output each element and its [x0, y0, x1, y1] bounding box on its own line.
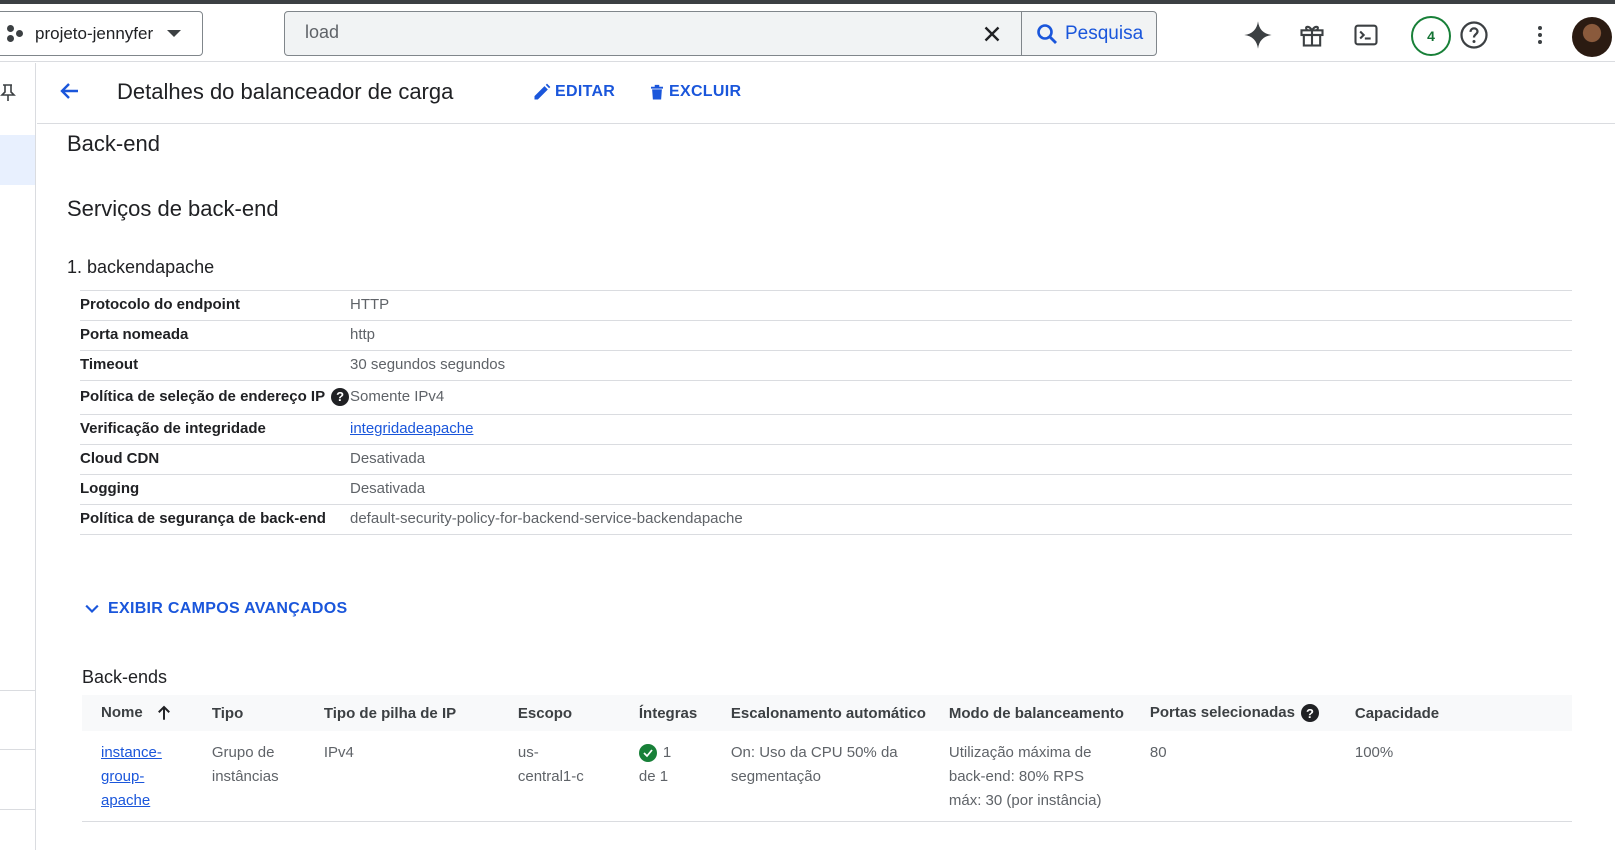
search-button[interactable]: Pesquisa [1035, 18, 1143, 50]
chevron-down-icon [85, 604, 99, 614]
property-key: Política de seleção de endereço IP [80, 388, 326, 405]
property-key-with-help: Política de seleção de endereço IP? [80, 383, 350, 411]
column-header-ports: Portas selecionadas? [1140, 695, 1345, 731]
column-header-healthy: Íntegras [638, 704, 698, 722]
property-key: Verificação de integridade [80, 420, 266, 437]
property-row: Verificação de integridade integridadeap… [80, 415, 1572, 445]
subsection-title: Serviços de back-end [67, 196, 279, 221]
gift-icon[interactable] [1297, 20, 1327, 50]
property-row: Porta nomeada http [80, 321, 1572, 351]
cell-type: Grupo de instâncias [201, 731, 314, 822]
property-value: 30 segundos segundos [350, 356, 506, 373]
property-key: Política de segurança de back-end [80, 510, 326, 527]
cell-ports: 80 [1139, 731, 1345, 822]
search-divider [1021, 12, 1022, 55]
check-circle-icon [638, 744, 657, 763]
column-header-capacity: Capacidade [1354, 704, 1440, 722]
property-key: Logging [80, 480, 140, 497]
nav-divider [0, 749, 35, 750]
trash-icon [651, 84, 663, 100]
table-row: instance-group-apache Grupo de instância… [82, 731, 1572, 822]
health-check-link[interactable]: integridadeapache [350, 417, 473, 441]
cell-healthy: 1 de 1 [628, 731, 721, 822]
property-row: Timeout 30 segundos segundos [80, 351, 1572, 381]
search-button-label: Pesquisa [1065, 23, 1144, 44]
column-header-type: Tipo [211, 704, 244, 722]
avatar[interactable] [1572, 17, 1612, 57]
cell-autoscaling: On: Uso da CPU 50% da segmentação [720, 731, 939, 822]
backend-service-title: 1. backendapache [67, 257, 215, 277]
back-arrow-icon[interactable] [58, 79, 82, 108]
page-title: Detalhes do balanceador de carga [117, 79, 454, 104]
column-header-autoscaling: Escalonamento automático [730, 704, 926, 722]
delete-button[interactable]: EXCLUIR [648, 82, 741, 102]
section-title: Back-end [67, 131, 160, 156]
property-row: Política de segurança de back-end defaul… [80, 505, 1572, 535]
pencil-icon [534, 83, 551, 100]
delete-label: EXCLUIR [669, 83, 742, 100]
edit-button[interactable]: EDITAR [532, 82, 615, 102]
backends-title: Back-ends [82, 667, 168, 687]
chevron-down-icon [167, 30, 182, 37]
column-header-ip-stack: Tipo de pilha de IP [323, 704, 457, 722]
property-key: Cloud CDN [80, 450, 160, 467]
search-icon [1037, 24, 1057, 44]
property-row: Cloud CDN Desativada [80, 445, 1572, 475]
property-value: Desativada [350, 480, 426, 497]
more-vert-icon[interactable] [1525, 20, 1555, 50]
search-input[interactable] [305, 22, 905, 43]
table-header-row: Nome Tipo Tipo de pilha de IP Escopo Ínt… [82, 695, 1572, 731]
property-value: Somente IPv4 [350, 388, 445, 405]
cell-balancing-mode: Utilização máxima de back-end: 80% RPS m… [938, 731, 1140, 822]
edit-label: EDITAR [555, 83, 616, 100]
column-header-scope: Escopo [517, 704, 573, 722]
cell-ip-stack: IPv4 [313, 731, 508, 822]
nav-divider [0, 690, 35, 691]
close-icon[interactable] [979, 21, 1005, 47]
project-icon [7, 24, 25, 43]
top-bar: projeto-jennyfer Pesquisa 4 [0, 4, 1615, 62]
property-key: Timeout [80, 356, 139, 373]
property-value: default-security-policy-for-backend-serv… [350, 510, 743, 527]
search-bar: Pesquisa [284, 11, 1157, 56]
backend-service-properties: Protocolo do endpoint HTTP Porta nomeada… [80, 290, 1572, 535]
property-value: HTTP [350, 296, 390, 313]
help-icon[interactable] [1459, 20, 1489, 50]
instance-group-link[interactable]: instance-group-apache [101, 744, 162, 809]
show-advanced-fields-label: EXIBIR CAMPOS AVANÇADOS [108, 600, 348, 617]
cell-name: instance-group-apache [82, 731, 202, 822]
page-header: Detalhes do balanceador de carga EDITAR … [37, 63, 1615, 124]
project-selector[interactable]: projeto-jennyfer [0, 11, 203, 56]
pin-icon[interactable] [0, 83, 16, 108]
column-header-name[interactable]: Nome [82, 695, 202, 731]
property-value: Desativada [350, 450, 426, 467]
project-name: projeto-jennyfer [35, 23, 154, 43]
property-row: Logging Desativada [80, 475, 1572, 505]
sort-arrow-up-icon [157, 705, 170, 720]
notifications-badge[interactable]: 4 [1411, 16, 1451, 56]
cell-scope: us-central1-c [507, 731, 629, 822]
gemini-sparkle-icon[interactable] [1243, 20, 1273, 50]
property-key: Protocolo do endpoint [80, 296, 240, 313]
cell-capacity: 100% [1344, 731, 1572, 822]
help-circle-icon[interactable]: ? [331, 388, 350, 407]
property-value: http [350, 326, 376, 343]
nav-divider [0, 809, 35, 810]
cloud-shell-icon[interactable] [1351, 20, 1381, 50]
left-nav [0, 63, 36, 850]
property-row: Política de seleção de endereço IP? Some… [80, 381, 1572, 415]
help-circle-icon[interactable]: ? [1300, 704, 1319, 723]
show-advanced-fields-button[interactable]: EXIBIR CAMPOS AVANÇADOS [82, 599, 348, 619]
column-header-balancing-mode: Modo de balanceamento [948, 704, 1124, 722]
property-key: Porta nomeada [80, 326, 189, 343]
property-row: Protocolo do endpoint HTTP [80, 291, 1572, 321]
backends-table: Nome Tipo Tipo de pilha de IP Escopo Ínt… [82, 695, 1572, 822]
nav-item-selected[interactable] [0, 135, 35, 185]
